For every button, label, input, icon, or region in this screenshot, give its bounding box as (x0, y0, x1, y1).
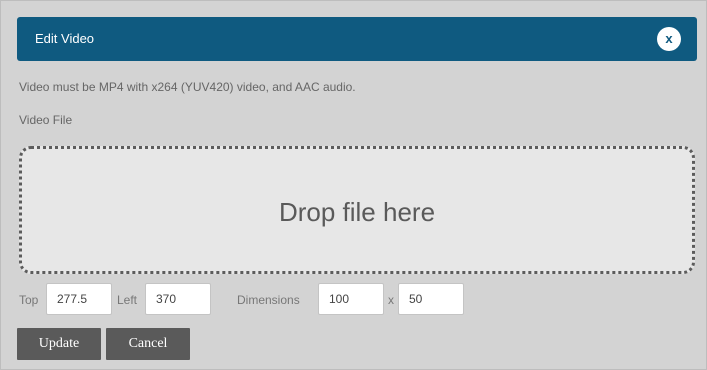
dialog-title: Edit Video (35, 31, 95, 46)
height-input[interactable] (398, 283, 464, 315)
format-info-text: Video must be MP4 with x264 (YUV420) vid… (19, 80, 356, 94)
video-file-label: Video File (19, 113, 73, 127)
dimensions-label: Dimensions (237, 293, 300, 307)
cancel-button[interactable]: Cancel (106, 328, 190, 360)
left-input[interactable] (145, 283, 211, 315)
close-icon[interactable]: x (657, 27, 681, 51)
file-dropzone[interactable]: Drop file here (19, 146, 695, 274)
dropzone-text: Drop file here (278, 197, 436, 227)
edit-video-dialog: Edit Video x Video must be MP4 with x264… (0, 0, 707, 370)
left-label: Left (117, 293, 138, 307)
top-input[interactable] (46, 283, 112, 315)
dimensions-times-label: x (388, 293, 394, 307)
top-label: Top (19, 293, 39, 307)
width-input[interactable] (318, 283, 384, 315)
update-button[interactable]: Update (17, 328, 101, 360)
dialog-titlebar: Edit Video x (17, 17, 697, 61)
